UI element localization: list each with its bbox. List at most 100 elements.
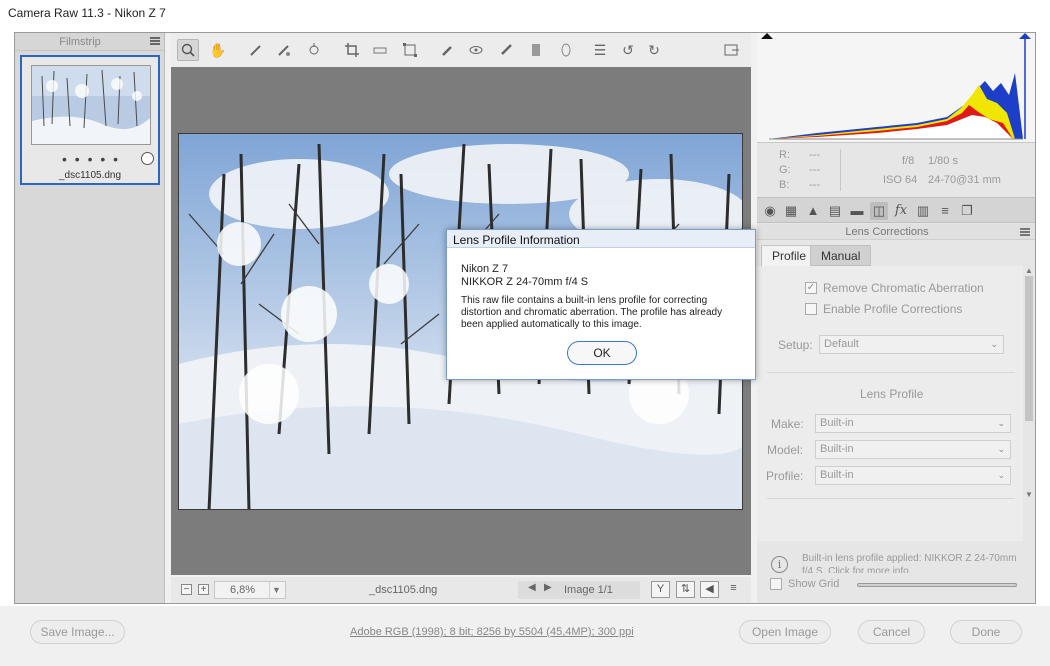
tab-profile[interactable]: Profile: [761, 245, 818, 266]
red-eye-icon[interactable]: [465, 39, 487, 61]
open-image-button[interactable]: Open Image: [739, 620, 831, 644]
g-label: G:: [779, 164, 791, 176]
chevron-down-icon: ⌄: [997, 444, 1005, 454]
section-title: Lens Corrections: [845, 226, 929, 238]
b-label: B:: [779, 179, 790, 191]
straighten-icon[interactable]: [369, 39, 391, 61]
r-value: ---: [809, 149, 820, 161]
workflow-options-link[interactable]: Adobe RGB (1998); 8 bit; 8256 by 5504 (4…: [350, 626, 634, 638]
split-toning-tab-icon[interactable]: ▬: [848, 202, 866, 220]
show-grid-label: Show Grid: [788, 578, 840, 590]
section-menu-icon[interactable]: [1020, 228, 1030, 236]
scroll-thumb[interactable]: [1025, 276, 1033, 421]
g-value: ---: [809, 164, 820, 176]
view-settings-icon[interactable]: ≡: [724, 581, 743, 598]
tone-curve-tab-icon[interactable]: ▦: [782, 202, 800, 220]
profile-label: Profile:: [766, 469, 804, 483]
adjustment-panel: R: --- G: --- B: --- f/8 1/80 s ISO 64 2…: [757, 33, 1035, 603]
basic-tab-icon[interactable]: ◉: [761, 202, 779, 220]
graduated-filter-icon[interactable]: [525, 39, 547, 61]
lens-profile-dialog: Lens Profile Information Nikon Z 7 NIKKO…: [446, 229, 756, 380]
spot-removal-icon[interactable]: [437, 39, 459, 61]
done-button[interactable]: Done: [950, 620, 1022, 644]
zoom-icon[interactable]: [177, 39, 199, 61]
rating-dots[interactable]: • • • • •: [62, 151, 120, 167]
rotate-right-icon[interactable]: ↻: [643, 39, 665, 61]
adjustments-applied-icon: [141, 152, 154, 165]
radial-filter-icon[interactable]: [555, 39, 577, 61]
transform-icon[interactable]: [399, 39, 421, 61]
next-image-icon[interactable]: ▶: [544, 582, 552, 593]
targeted-adjustment-icon[interactable]: [303, 39, 325, 61]
setup-select[interactable]: Default ⌄: [819, 335, 1004, 354]
filmstrip-menu-icon[interactable]: [150, 37, 160, 45]
white-balance-icon[interactable]: [245, 39, 267, 61]
color-sampler-icon[interactable]: [273, 39, 295, 61]
histogram: [757, 33, 1035, 143]
panel-tab-strip: ◉ ▦ ▲ ▤ ▬ ◫ fx ▥ ≡ ❐: [757, 197, 1035, 223]
toolbar: ✋ ☰ ↺ ↻: [171, 33, 751, 67]
zoom-level-select[interactable]: 6,8% ▼: [214, 581, 286, 599]
enable-profile-checkbox[interactable]: [805, 303, 817, 315]
effects-tab-icon[interactable]: fx: [892, 202, 910, 220]
chevron-down-icon: ⌄: [997, 470, 1005, 480]
crop-icon[interactable]: [341, 39, 363, 61]
shutter-value: 1/80 s: [928, 155, 958, 167]
lens-subtabs: Profile Manual: [757, 245, 1035, 266]
dialog-camera: Nikon Z 7: [461, 263, 509, 275]
hand-icon[interactable]: ✋: [207, 39, 229, 61]
scroll-up-icon[interactable]: ▲: [1023, 266, 1035, 275]
detail-tab-icon[interactable]: ▲: [804, 202, 822, 220]
save-image-button[interactable]: Save Image...: [30, 620, 125, 644]
aperture-value: f/8: [902, 155, 915, 167]
chevron-down-icon: ⌄: [997, 418, 1005, 428]
setup-label: Setup:: [778, 338, 813, 352]
divider: [767, 372, 1015, 373]
zoom-in-button[interactable]: +: [198, 584, 209, 595]
make-select[interactable]: Built-in ⌄: [815, 414, 1011, 433]
make-label: Make:: [771, 417, 804, 431]
model-select[interactable]: Built-in ⌄: [815, 440, 1011, 459]
rotate-left-icon[interactable]: ↺: [617, 39, 639, 61]
adjustment-brush-icon[interactable]: [495, 39, 517, 61]
thumbnail-image: [31, 65, 151, 145]
grid-row: Show Grid: [757, 573, 1035, 603]
image-page-label: Image 1/1: [564, 584, 613, 596]
make-value: Built-in: [820, 417, 854, 429]
hsl-tab-icon[interactable]: ▤: [826, 202, 844, 220]
dialog-message: This raw file contains a built-in lens p…: [461, 295, 723, 330]
cancel-button[interactable]: Cancel: [858, 620, 925, 644]
panel-scrollbar[interactable]: ▲ ▼: [1023, 266, 1035, 541]
preview-statusbar: − + 6,8% ▼ _dsc1105.dng ◀ ▶ Image 1/1 Y …: [171, 577, 751, 603]
remove-ca-checkbox[interactable]: ✓: [805, 282, 817, 294]
previous-image-icon[interactable]: ◀: [528, 582, 536, 593]
divider: [767, 498, 1015, 499]
preferences-icon[interactable]: ☰: [589, 39, 611, 61]
filmstrip-header: Filmstrip: [15, 33, 164, 51]
tab-manual[interactable]: Manual: [810, 245, 872, 266]
presets-tab-icon[interactable]: ≡: [936, 202, 954, 220]
show-grid-checkbox[interactable]: [770, 578, 782, 590]
calibration-tab-icon[interactable]: ▥: [914, 202, 932, 220]
snapshots-tab-icon[interactable]: ❐: [958, 202, 976, 220]
profile-select[interactable]: Built-in ⌄: [815, 466, 1011, 485]
ok-button[interactable]: OK: [567, 341, 637, 365]
lens-focal-value: 24-70@31 mm: [928, 174, 1001, 186]
chevron-down-icon: ▼: [269, 582, 283, 598]
fullscreen-icon[interactable]: [721, 39, 743, 61]
filmstrip-thumbnail[interactable]: • • • • • _dsc1105.dng: [20, 55, 160, 185]
dialog-title: Lens Profile Information: [447, 230, 755, 248]
grid-size-slider[interactable]: [857, 583, 1017, 587]
toggle-settings-icon[interactable]: ⇅: [676, 581, 695, 598]
pixel-readout: R: --- G: --- B: --- f/8 1/80 s ISO 64 2…: [757, 145, 1035, 197]
zoom-out-button[interactable]: −: [181, 584, 192, 595]
lens-corrections-tab-icon[interactable]: ◫: [870, 202, 888, 220]
lens-profile-heading: Lens Profile: [860, 387, 924, 401]
remove-ca-label: Remove Chromatic Aberration: [823, 281, 984, 295]
rating-y-icon[interactable]: Y: [651, 581, 670, 598]
filmstrip-panel: Filmstrip • • • • • _dsc1105.dng: [15, 33, 165, 603]
compare-icon[interactable]: ◀: [700, 581, 719, 598]
filmstrip-title: Filmstrip: [59, 36, 101, 48]
scroll-down-icon[interactable]: ▼: [1023, 490, 1035, 499]
zoom-level-value: 6,8%: [230, 584, 256, 596]
